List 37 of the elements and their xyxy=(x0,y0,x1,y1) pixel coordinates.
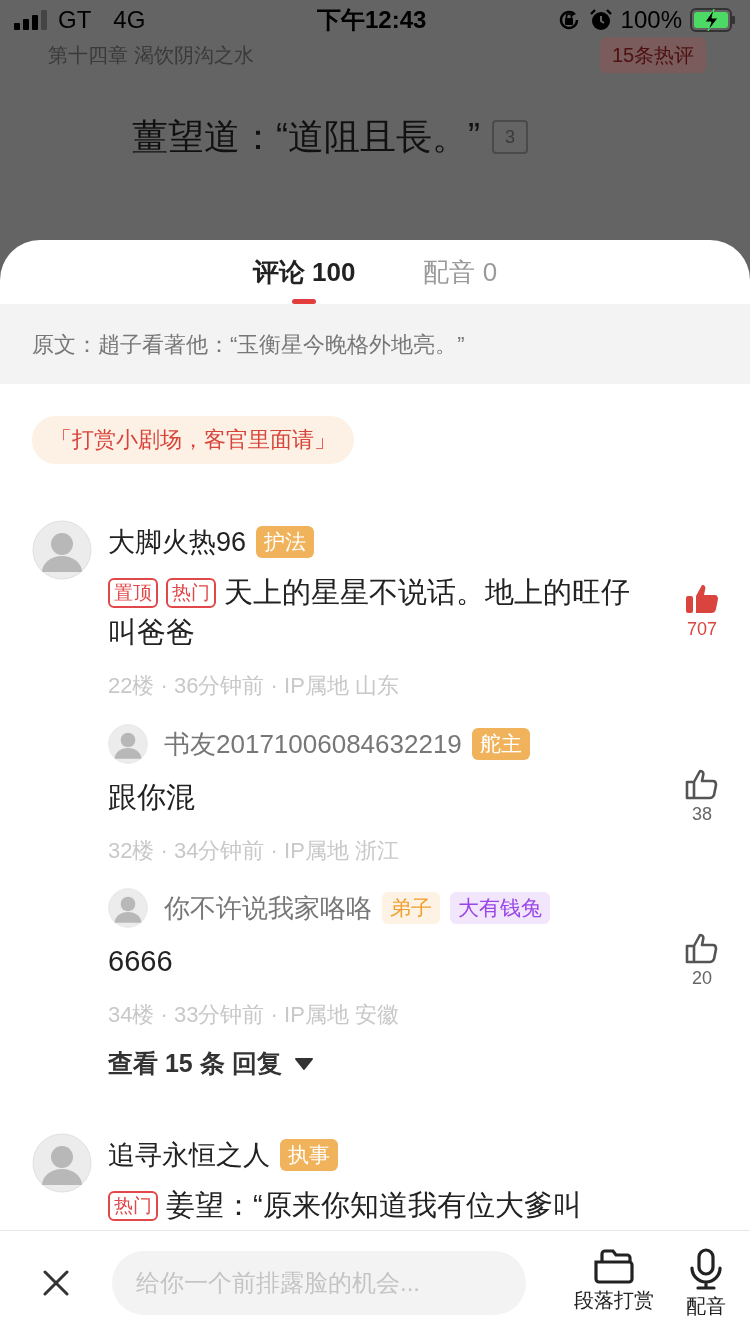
like-count: 20 xyxy=(692,967,712,990)
reward-banner[interactable]: 「打赏小剧场，客官里面请」 xyxy=(32,416,354,464)
battery-percent: 100% xyxy=(620,5,682,35)
thumbs-up-icon[interactable] xyxy=(685,583,719,615)
username[interactable]: 书友20171006084632219 xyxy=(164,724,462,764)
like-count: 38 xyxy=(692,803,712,826)
caret-icon xyxy=(293,1057,314,1071)
tab[interactable]: 评论 100 xyxy=(250,240,358,304)
rank-badge: 舵主 xyxy=(471,728,530,760)
original-text: 原文：趙子看著他：“玉衡星今晚格外地亮。” xyxy=(32,330,465,359)
reply-text: 跟你混 xyxy=(108,780,196,815)
close-icon xyxy=(42,1268,70,1297)
view-replies-link[interactable]: 查看 15 条 回复 xyxy=(108,1044,314,1084)
rank-badge: 弟子 xyxy=(382,892,440,924)
voice-button[interactable]: 配音 xyxy=(684,1247,728,1318)
rank-badge: 护法 xyxy=(256,526,315,558)
reply-text: 6666 xyxy=(108,944,174,979)
reward-button[interactable]: 段落打赏 xyxy=(572,1247,656,1318)
rank-badge: 执事 xyxy=(280,1139,338,1171)
username[interactable]: 你不许说我家咯咯 xyxy=(164,888,372,928)
paragraph-text: 薑望道：“道阻且長。” xyxy=(132,115,480,159)
folder-icon xyxy=(593,1247,635,1284)
comment-text: 热门 姜望：“原来你知道我有位大爹叫 xyxy=(108,1185,640,1225)
username[interactable]: 追寻永恒之人 xyxy=(108,1134,270,1176)
alarm-icon xyxy=(588,8,613,32)
battery-charging-icon xyxy=(690,8,736,32)
like-count: 707 xyxy=(686,618,717,641)
thumbs-up-icon[interactable] xyxy=(685,932,719,964)
username[interactable]: 大脚火热96 xyxy=(108,521,247,563)
rank-badge: 大有钱兔 xyxy=(450,892,550,924)
microphone-icon xyxy=(688,1247,724,1290)
thumbs-up-icon[interactable] xyxy=(685,768,719,800)
signal-icon xyxy=(14,10,48,30)
comment-text: 置顶 热门 天上的星星不说话。地上的旺仔叫爸爸 xyxy=(108,575,631,650)
network-label: 4G xyxy=(113,5,146,35)
status-time: 下午12:43 xyxy=(317,5,427,35)
carrier-label: GT xyxy=(58,5,92,35)
